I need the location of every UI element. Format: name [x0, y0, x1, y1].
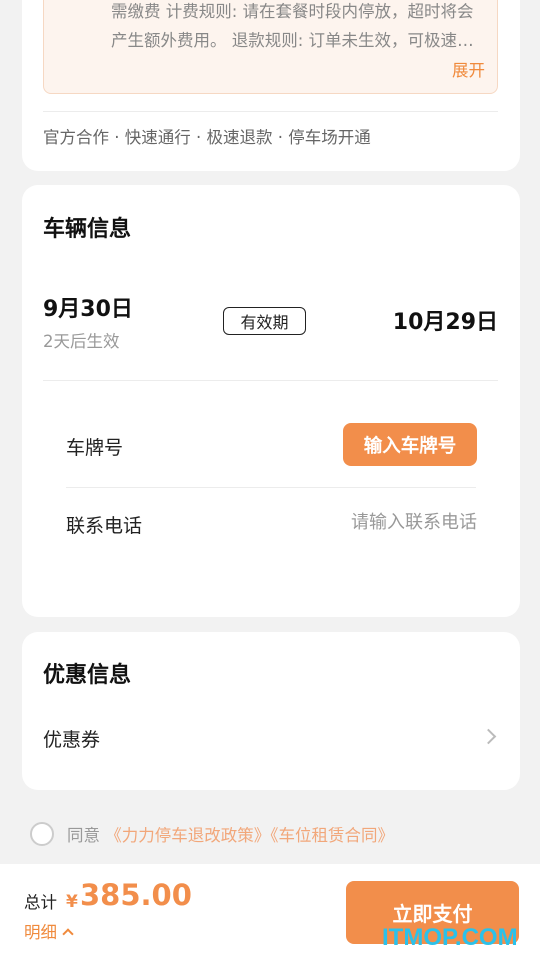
total-price: 385.00 — [80, 878, 192, 912]
divider — [43, 380, 498, 381]
end-date: 10月29日 — [392, 310, 498, 335]
agreement-row: 同意 《力力停车退改政策》《车位租赁合同》 — [67, 822, 394, 846]
phone-label: 联系电话 — [66, 515, 143, 537]
detail-toggle[interactable]: 明细 — [24, 919, 74, 943]
discount-section-title: 优惠信息 — [43, 663, 132, 688]
chevron-up-icon — [62, 927, 74, 940]
agree-radio[interactable] — [30, 822, 54, 846]
enter-plate-button[interactable]: 输入车牌号 — [343, 423, 477, 466]
watermark: ITMOP.COM — [382, 924, 518, 951]
coupon-label: 优惠券 — [43, 729, 101, 751]
package-info-card: 需缴费 计费规则: 请在套餐时段内停放，超时将会产生额外费用。 退款规则: 订单… — [22, 0, 520, 171]
expand-link[interactable]: 展开 — [452, 57, 485, 81]
vehicle-section-title: 车辆信息 — [43, 217, 132, 242]
divider — [43, 111, 498, 112]
divider — [66, 487, 476, 488]
refund-policy-link[interactable]: 《力力停车退改政策》 — [105, 826, 270, 845]
feature-tags: 官方合作 · 快速通行 · 极速退款 · 停车场开通 — [43, 128, 371, 147]
phone-input[interactable] — [257, 507, 477, 537]
rules-box: 需缴费 计费规则: 请在套餐时段内停放，超时将会产生额外费用。 退款规则: 订单… — [43, 0, 498, 94]
vehicle-info-card: 车辆信息 9月30日 2天后生效 有效期 10月29日 车牌号 输入车牌号 联系… — [22, 185, 520, 617]
start-date-note: 2天后生效 — [43, 332, 120, 351]
rules-text: 需缴费 计费规则: 请在套餐时段内停放，超时将会产生额外费用。 退款规则: 订单… — [111, 2, 474, 50]
total-label: 总计 — [24, 893, 57, 912]
discount-info-card: 优惠信息 优惠券 — [22, 632, 520, 790]
currency-symbol: ¥ — [66, 892, 78, 912]
plate-label: 车牌号 — [66, 437, 124, 459]
start-date: 9月30日 — [43, 297, 133, 322]
chevron-right-icon — [480, 728, 497, 745]
validity-badge: 有效期 — [223, 307, 306, 335]
detail-label: 明细 — [24, 923, 57, 942]
agree-prefix: 同意 — [67, 826, 100, 845]
lease-contract-link[interactable]: 《车位租赁合同》 — [270, 826, 394, 845]
